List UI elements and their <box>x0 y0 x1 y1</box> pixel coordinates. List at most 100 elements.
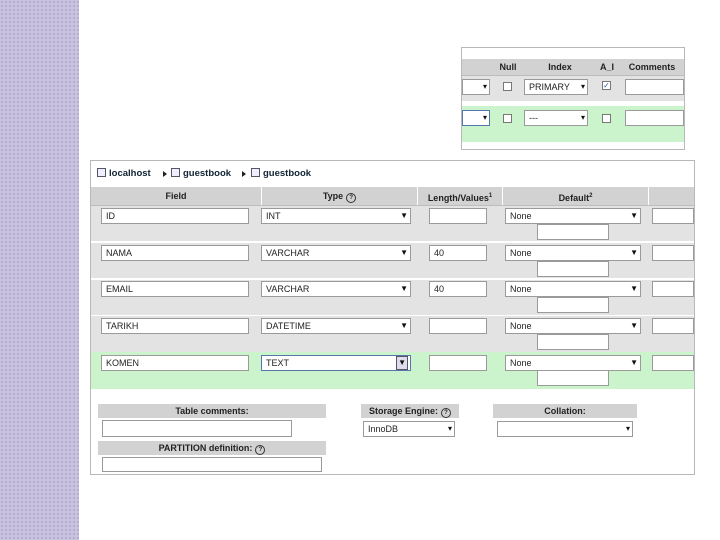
partition-input[interactable] <box>102 457 322 472</box>
default-value-input[interactable] <box>537 261 609 277</box>
top-row-2-type-select[interactable]: ▾ <box>462 110 490 126</box>
type-select[interactable]: TEXT ▼ <box>261 355 411 371</box>
default-value-input[interactable] <box>537 297 609 313</box>
breadcrumb-database[interactable]: guestbook <box>171 165 231 183</box>
help-icon[interactable]: ? <box>255 445 266 455</box>
breadcrumb-database-label: guestbook <box>183 168 232 179</box>
chevron-down-icon: ▼ <box>630 321 638 330</box>
field-name-input[interactable]: NAMA <box>101 245 249 261</box>
index-value-2: --- <box>529 113 538 123</box>
type-value: DATETIME <box>266 321 311 331</box>
length-input[interactable]: 40 <box>429 245 487 261</box>
header-index: Index <box>548 62 572 72</box>
chevron-down-icon: ▼ <box>400 248 408 257</box>
default-value-input[interactable] <box>537 334 609 350</box>
extra-input[interactable] <box>652 208 694 224</box>
type-value: VARCHAR <box>266 248 310 258</box>
header-null: Null <box>499 62 517 72</box>
table-comments-label: Table comments: <box>98 404 326 418</box>
header-field: Field <box>165 191 187 201</box>
default-value: None <box>510 284 532 294</box>
help-icon[interactable]: ? <box>346 193 357 203</box>
length-input[interactable] <box>429 208 487 224</box>
header-length-footnote: 1 <box>488 193 493 199</box>
type-select[interactable]: INT ▼ <box>261 208 411 224</box>
chevron-down-icon: ▼ <box>630 211 638 220</box>
comments-input-1[interactable] <box>625 79 684 95</box>
default-value-input[interactable] <box>537 224 609 240</box>
index-select-1[interactable]: PRIMARY ▾ <box>524 79 588 95</box>
storage-engine-label-box: Storage Engine:? <box>361 404 459 418</box>
top-row-1-type-select[interactable]: ▾ <box>462 79 490 95</box>
default-select[interactable]: None ▼ <box>505 318 641 334</box>
null-checkbox-1[interactable] <box>503 82 512 91</box>
length-input[interactable]: 40 <box>429 281 487 297</box>
extra-input[interactable] <box>652 281 694 297</box>
decorative-sidebar <box>0 0 79 540</box>
chevron-down-icon: ▾ <box>482 113 487 122</box>
default-value-input[interactable] <box>537 370 609 386</box>
default-select[interactable]: None ▼ <box>505 245 641 261</box>
partition-label-box: PARTITION definition:? <box>98 441 326 455</box>
table-comments-input[interactable] <box>102 420 292 437</box>
ai-checkbox-1[interactable]: ✓ <box>602 81 611 90</box>
type-select[interactable]: VARCHAR ▼ <box>261 281 411 297</box>
top-structure-panel: Null Index A_I Comments ▾ PRIMARY ▾ ✓ ▾ -… <box>461 47 685 150</box>
breadcrumb-server[interactable]: localhost <box>97 165 151 183</box>
null-checkbox-2[interactable] <box>503 114 512 123</box>
default-value: None <box>510 248 532 258</box>
default-select[interactable]: None ▼ <box>505 281 641 297</box>
chevron-down-icon: ▼ <box>400 284 408 293</box>
length-input[interactable] <box>429 355 487 371</box>
storage-engine-value: InnoDB <box>368 424 399 434</box>
index-value-1: PRIMARY <box>529 82 570 92</box>
partition-label: PARTITION definition: <box>158 443 253 453</box>
chevron-down-icon: ▼ <box>400 321 408 330</box>
breadcrumb-table-label: guestbook <box>263 168 312 179</box>
header-ai: A_I <box>599 62 614 72</box>
collation-select[interactable]: ▾ <box>497 421 633 437</box>
default-select[interactable]: None ▼ <box>505 355 641 371</box>
field-name-input[interactable]: TARIKH <box>101 318 249 334</box>
type-select[interactable]: VARCHAR ▼ <box>261 245 411 261</box>
chevron-down-icon: ▾ <box>580 113 585 122</box>
top-row-3-partial <box>462 142 684 149</box>
type-value: INT <box>266 211 281 221</box>
header-type-label: Type <box>322 191 344 201</box>
extra-input[interactable] <box>652 355 694 371</box>
breadcrumb-table[interactable]: guestbook <box>251 165 311 183</box>
extra-input[interactable] <box>652 318 694 334</box>
default-select[interactable]: None ▼ <box>505 208 641 224</box>
length-input[interactable] <box>429 318 487 334</box>
field-name-input[interactable]: KOMEN <box>101 355 249 371</box>
extra-input[interactable] <box>652 245 694 261</box>
comments-input-2[interactable] <box>625 110 684 126</box>
chevron-down-icon: ▾ <box>482 82 487 91</box>
header-default-footnote: 2 <box>589 193 593 199</box>
field-name-input[interactable]: EMAIL <box>101 281 249 297</box>
storage-engine-select[interactable]: InnoDB ▾ <box>363 421 455 437</box>
breadcrumb-separator-icon <box>163 171 167 177</box>
chevron-down-icon: ▾ <box>625 424 630 433</box>
chevron-down-icon: ▾ <box>447 424 452 433</box>
header-type: Type? <box>262 187 417 205</box>
header-comments: Comments <box>628 62 676 72</box>
help-icon[interactable]: ? <box>441 408 451 418</box>
index-select-2[interactable]: --- ▾ <box>524 110 588 126</box>
header-divider <box>648 187 649 205</box>
chevron-down-icon: ▼ <box>396 356 408 370</box>
header-length: Length/Values1 <box>418 187 502 205</box>
collation-label: Collation: <box>493 404 637 418</box>
table-icon <box>251 168 260 177</box>
default-value: None <box>510 211 532 221</box>
field-name-input[interactable]: ID <box>101 208 249 224</box>
type-value: VARCHAR <box>266 284 310 294</box>
chevron-down-icon: ▼ <box>630 358 638 367</box>
header-length-label: Length/Values <box>427 193 489 203</box>
type-select[interactable]: DATETIME ▼ <box>261 318 411 334</box>
ai-checkbox-2[interactable] <box>602 114 611 123</box>
table-structure-panel: localhost guestbook guestbook Field Type… <box>90 160 695 475</box>
type-value: TEXT <box>266 358 290 368</box>
breadcrumb-separator-icon <box>242 171 246 177</box>
default-value: None <box>510 321 532 331</box>
